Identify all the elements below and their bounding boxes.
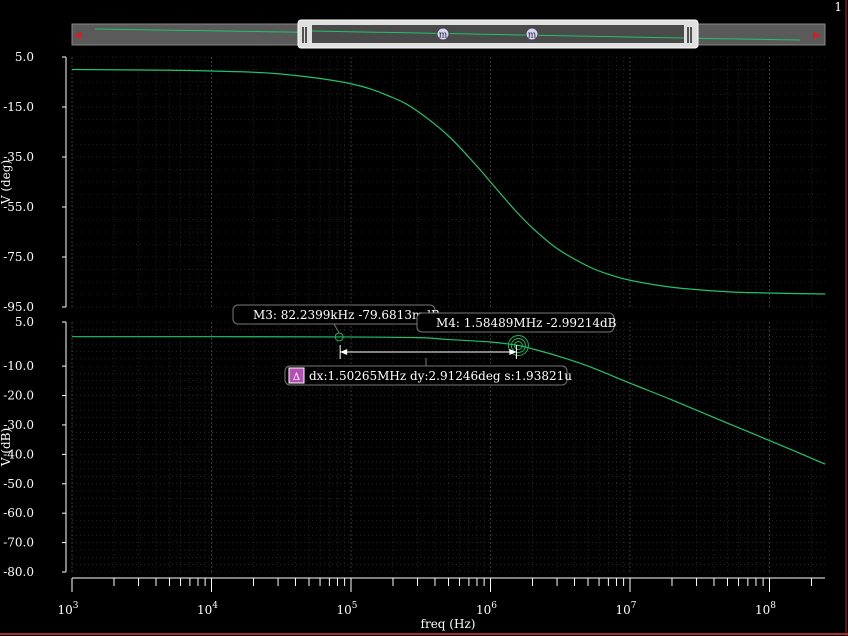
marker-handle-label: m: [528, 31, 537, 41]
y-axis-label: V (deg): [0, 160, 13, 205]
delta-icon-glyph: Δ: [293, 372, 300, 383]
y-tick-label: -15.0: [3, 100, 34, 114]
y-tick-label: -60.0: [3, 506, 34, 520]
y-tick-label: -75.0: [3, 250, 34, 264]
y-tick-label: 5.0: [15, 50, 34, 64]
delta-text: dx:1.50265MHz dy:2.91246deg s:1.93821u: [309, 369, 572, 383]
y-tick-label: -10.0: [3, 359, 34, 373]
overview-scroller: ◀ ▶ m m: [71, 19, 826, 49]
y-axis-label: V (dB): [0, 428, 13, 467]
y-tick-label: -95.0: [3, 300, 34, 314]
x-tick-label: 103: [57, 601, 78, 617]
marker-m3-text: M3: 82.2399kHz -79.6813mdB: [253, 308, 440, 322]
y-tick-label: -20.0: [3, 389, 34, 403]
trace-line: [71, 336, 826, 465]
marker-m4-label: M4: 1.58489MHz -2.99214dB: [416, 312, 617, 333]
x-tick-label: 108: [755, 601, 776, 617]
x-axis-label: freq (Hz): [421, 617, 476, 631]
x-tick-label: 106: [476, 601, 497, 617]
x-tick-label: 104: [197, 601, 218, 617]
phase-panel: 5.0-15.0-35.0-55.0-75.0-95.0V (deg): [0, 50, 826, 314]
delta-arrow-head: [340, 349, 348, 355]
magnitude-panel: 5.0-10.0-20.0-30.0-40.0-50.0-60.0-70.0-8…: [0, 304, 826, 631]
y-tick-label: 5.0: [15, 315, 34, 329]
marker-m3-label: M3: 82.2399kHz -79.6813mdB: [232, 304, 440, 334]
y-tick-label: -70.0: [3, 536, 34, 550]
marker-handle-label: m: [439, 31, 448, 41]
label-leader: [333, 323, 340, 334]
scroll-right-arrow: ▶: [813, 30, 821, 41]
y-tick-label: -80.0: [3, 565, 34, 579]
marker-m4-text: M4: 1.58489MHz -2.99214dB: [436, 316, 617, 330]
bode-plot: ◀ ▶m m5.0-15.0-35.0-55.0-75.0-95.0V (deg)5…: [0, 0, 848, 636]
graph-index: 1: [834, 0, 842, 14]
delta-measure: Δdx:1.50265MHz dy:2.91246deg s:1.93821u: [284, 345, 572, 386]
y-tick-label: -50.0: [3, 477, 34, 491]
x-tick-label: 107: [615, 601, 636, 617]
scroll-left-arrow: ◀: [74, 30, 82, 41]
x-tick-label: 105: [336, 601, 357, 617]
